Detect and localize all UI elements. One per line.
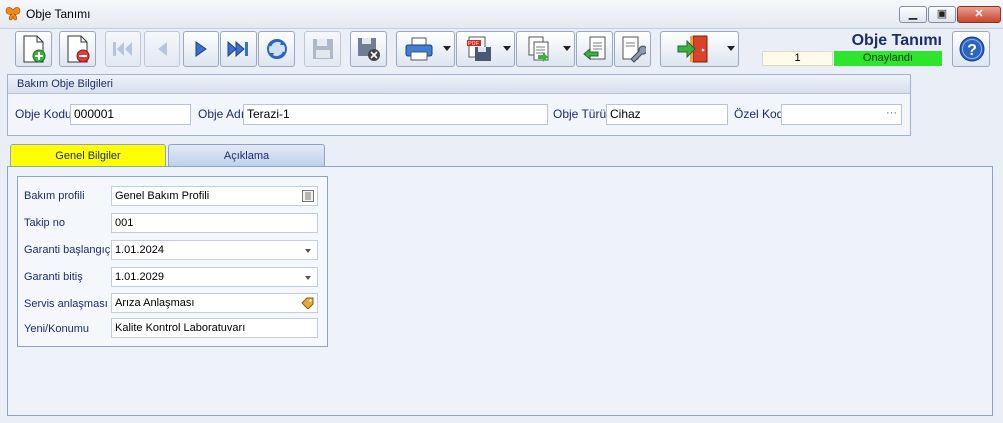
warranty-end-value: 1.01.2029 (115, 271, 164, 283)
previous-record-icon (158, 42, 167, 56)
print-icon (405, 37, 433, 61)
help-button[interactable]: ? (952, 31, 990, 67)
first-record-icon (113, 42, 132, 56)
service-agreement-field[interactable]: Arıza Anlaşması (111, 293, 318, 313)
pdf-export-icon: PDF (467, 36, 491, 61)
object-name-field[interactable]: Terazi-1 (243, 104, 548, 125)
service-agreement-label: Servis anlaşması (24, 298, 108, 310)
print-button[interactable] (396, 31, 455, 67)
minimize-icon: ▁ (908, 8, 918, 20)
tracking-no-field[interactable]: 001 (111, 213, 318, 233)
minimize-button[interactable]: ▁ (899, 6, 927, 23)
save-button[interactable] (304, 31, 341, 67)
warranty-start-label: Garanti başlangıç (24, 244, 111, 256)
location-field[interactable]: Kalite Kontrol Laboratuvarı (111, 318, 318, 338)
warranty-end-field[interactable]: 1.01.2029 (111, 267, 318, 287)
import-icon (582, 36, 605, 61)
copy-document-icon (528, 36, 549, 62)
next-record-button[interactable] (183, 31, 219, 67)
special-code-label: Özel Kod (734, 107, 784, 121)
pdf-export-button[interactable]: PDF (456, 31, 515, 67)
group-header: Bakım Obje Bilgileri (8, 75, 910, 94)
status-badge: Onaylandı (834, 51, 942, 66)
maximize-button[interactable]: ▣ (928, 6, 956, 23)
last-record-icon (227, 40, 248, 58)
maintenance-profile-label: Bakım profili (24, 190, 85, 202)
first-record-button[interactable] (105, 31, 141, 67)
svg-text:?: ? (967, 42, 977, 59)
close-button[interactable]: ✕ (957, 6, 1001, 23)
chevron-down-icon[interactable] (305, 276, 311, 280)
copy-button[interactable] (516, 31, 575, 67)
exit-button[interactable] (660, 31, 739, 67)
save-icon (312, 39, 333, 59)
title-bar: Obje Tanımı ▁ ▣ ✕ (0, 0, 1003, 29)
object-type-field[interactable]: Cihaz (606, 104, 728, 125)
refresh-icon (266, 39, 287, 59)
next-record-icon (195, 41, 207, 57)
last-record-button[interactable] (220, 31, 257, 67)
object-code-label: Obje Kodu (15, 107, 72, 121)
exit-dropdown-icon (727, 46, 735, 51)
copy-dropdown-icon (563, 46, 571, 51)
warranty-end-label: Garanti bitiş (24, 271, 83, 283)
tools-button[interactable] (614, 31, 651, 67)
warranty-start-field[interactable]: 1.01.2024 (111, 240, 318, 260)
help-icon: ? (959, 36, 985, 62)
special-code-field[interactable]: ··· (781, 104, 902, 125)
tab-description[interactable]: Açıklama (168, 144, 325, 167)
cancel-save-icon (357, 38, 380, 61)
page-title: Obje Tanımı (851, 32, 942, 49)
object-name-label: Obje Adı (198, 107, 245, 121)
tab-general-info[interactable]: Genel Bilgiler (10, 144, 166, 167)
maintenance-profile-value: Genel Bakım Profili (115, 190, 210, 202)
maintenance-profile-field[interactable]: Genel Bakım Profili (111, 186, 318, 206)
cancel-save-button[interactable] (350, 31, 387, 67)
close-icon: ✕ (974, 8, 984, 20)
butterfly-icon (5, 7, 21, 21)
new-document-icon (23, 35, 45, 63)
tools-icon (622, 36, 646, 63)
tag-picker-icon[interactable] (301, 297, 314, 309)
delete-document-icon (67, 35, 89, 63)
previous-record-button[interactable] (144, 31, 180, 67)
svg-text:PDF: PDF (468, 41, 480, 47)
record-number: 1 (762, 51, 833, 66)
ellipsis-icon[interactable]: ··· (886, 105, 897, 122)
new-button[interactable] (15, 31, 52, 67)
service-agreement-value: Arıza Anlaşması (115, 297, 195, 309)
tracking-no-label: Takip no (24, 217, 65, 229)
list-picker-icon[interactable] (302, 190, 314, 202)
window-title: Obje Tanımı (26, 7, 91, 21)
warranty-start-value: 1.01.2024 (115, 244, 164, 256)
chevron-down-icon[interactable] (305, 249, 311, 253)
import-button[interactable] (576, 31, 613, 67)
location-label: Yeni/Konumu (24, 323, 90, 335)
refresh-button[interactable] (258, 31, 295, 67)
object-code-field[interactable]: 000001 (70, 104, 191, 125)
pdf-dropdown-icon (503, 46, 511, 51)
group-title: Bakım Obje Bilgileri (17, 78, 113, 90)
maximize-icon: ▣ (936, 8, 948, 20)
delete-button[interactable] (59, 31, 96, 67)
exit-icon (677, 35, 708, 63)
object-type-label: Obje Türü (553, 107, 607, 121)
print-dropdown-icon (443, 46, 451, 51)
